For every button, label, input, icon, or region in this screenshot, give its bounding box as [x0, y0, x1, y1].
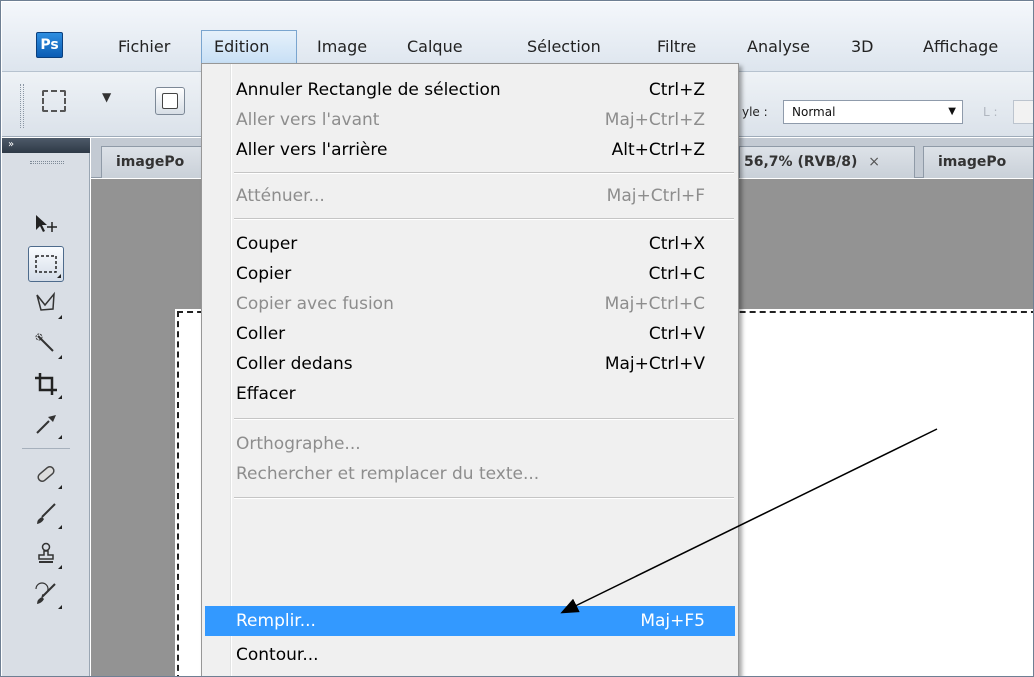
menu-item-coller-dedans[interactable]: Coller dedans Maj+Ctrl+V — [205, 349, 735, 379]
menu-item-label: Copier — [236, 264, 292, 284]
photoshop-window: Ps Fichier Edition Image Calque Sélectio… — [0, 0, 1034, 677]
menu-analyse[interactable]: Analyse — [735, 30, 822, 64]
options-bar-grip[interactable] — [20, 84, 24, 128]
menu-item-shortcut: Maj+Ctrl+C — [604, 294, 705, 314]
menu-item-shortcut: Maj+Ctrl+V — [604, 354, 705, 374]
menu-fichier[interactable]: Fichier — [106, 30, 182, 64]
edition-menu: Annuler Rectangle de sélection Ctrl+Z Al… — [201, 63, 739, 676]
menu-item-copier-avec-fusion: Copier avec fusion Maj+Ctrl+C — [205, 289, 735, 319]
menu-item-label: Annuler Rectangle de sélection — [236, 80, 501, 100]
menu-item-label: Aller vers l'arrière — [236, 140, 388, 160]
style-select[interactable]: Normal ▼ — [783, 100, 963, 124]
clone-stamp-tool-icon[interactable] — [28, 536, 64, 572]
menu-item-label: Copier avec fusion — [236, 294, 394, 314]
menu-item-remplir[interactable]: Remplir... Maj+F5 — [205, 606, 735, 636]
menu-item-shortcut: Maj+Ctrl+F — [606, 186, 705, 206]
tab-document-right[interactable]: imagePo — [923, 146, 1033, 178]
menu-item-rechercher-remplacer: Rechercher et remplacer du texte... — [205, 459, 735, 489]
crop-tool-icon[interactable] — [28, 366, 64, 402]
menu-item-shortcut: Ctrl+X — [648, 234, 705, 254]
menu-item-label: Rechercher et remplacer du texte... — [236, 464, 540, 484]
photoshop-logo-icon[interactable]: Ps — [36, 32, 63, 58]
menu-filtre[interactable]: Filtre — [645, 30, 708, 64]
menu-item-shortcut: Maj+Ctrl+Z — [604, 110, 705, 130]
menu-item-label: Aller vers l'avant — [236, 110, 380, 130]
menu-separator — [234, 418, 734, 420]
tools-panel-collapse[interactable]: » — [2, 138, 90, 153]
menu-item-copier[interactable]: Copier Ctrl+C — [205, 259, 735, 289]
menu-item-label: Coller dedans — [236, 354, 353, 374]
tab-document-right-label: imagePo — [938, 154, 1007, 170]
rectangular-marquee-tool-icon[interactable] — [28, 246, 64, 282]
menu-item-effacer[interactable]: Effacer — [205, 379, 735, 409]
eyedropper-tool-icon[interactable] — [28, 406, 64, 442]
rect-marquee-icon[interactable] — [42, 90, 66, 112]
menu-item-couper[interactable]: Couper Ctrl+X — [205, 229, 735, 259]
width-label: L : — [983, 105, 998, 119]
menu-selection[interactable]: Sélection — [515, 30, 613, 64]
new-selection-icon[interactable] — [155, 87, 185, 115]
menu-edition[interactable]: Edition — [201, 30, 297, 64]
history-brush-tool-icon[interactable] — [28, 576, 64, 612]
style-label: yle : — [742, 105, 768, 119]
menu-item-label: Effacer — [236, 384, 296, 404]
menu-item-coller[interactable]: Coller Ctrl+V — [205, 319, 735, 349]
quick-selection-tool-icon[interactable] — [28, 326, 64, 362]
tools-panel: » — [2, 138, 90, 676]
chevron-down-icon: ▼ — [948, 106, 956, 117]
tab-document-left-label: imagePo — [116, 154, 185, 170]
menu-item-orthographe: Orthographe... — [205, 429, 735, 459]
width-field[interactable] — [1013, 100, 1033, 124]
menu-item-label: Coller — [236, 324, 286, 344]
brush-tool-icon[interactable] — [28, 496, 64, 532]
menu-3d[interactable]: 3D — [839, 30, 886, 64]
style-select-value: Normal — [792, 105, 836, 119]
menu-separator — [234, 218, 734, 220]
healing-brush-tool-icon[interactable] — [28, 456, 64, 492]
menu-item-label: Orthographe... — [236, 434, 361, 454]
lasso-tool-icon[interactable] — [28, 286, 64, 322]
menu-item-label: Contour... — [236, 645, 319, 665]
tools-panel-grip[interactable] — [30, 161, 64, 164]
menu-item-annuler[interactable]: Annuler Rectangle de sélection Ctrl+Z — [205, 75, 735, 105]
menu-item-shortcut: Ctrl+C — [648, 264, 705, 284]
menu-item-aller-vers-arriere[interactable]: Aller vers l'arrière Alt+Ctrl+Z — [205, 135, 735, 165]
menu-separator — [234, 172, 734, 174]
menu-calque[interactable]: Calque — [395, 30, 475, 64]
menu-item-shortcut: Ctrl+V — [648, 324, 705, 344]
menu-item-attenuer: Atténuer... Maj+Ctrl+F — [205, 181, 735, 211]
menu-item-label: Atténuer... — [236, 186, 325, 206]
move-tool-icon[interactable] — [28, 206, 64, 242]
menu-item-shortcut: Alt+Ctrl+Z — [611, 140, 705, 160]
menu-item-contour[interactable]: Contour... — [205, 640, 735, 670]
chevron-down-icon[interactable]: ▼ — [102, 90, 111, 104]
menu-image[interactable]: Image — [305, 30, 379, 64]
tab-document-active-label: 56,7% (RVB/8) — [744, 154, 858, 170]
menu-item-shortcut: Maj+F5 — [640, 611, 705, 631]
menu-item-shortcut: Ctrl+Z — [648, 80, 705, 100]
menu-item-label: Remplir... — [236, 611, 316, 631]
close-icon[interactable]: × — [868, 154, 880, 170]
menu-item-label: Couper — [236, 234, 298, 254]
menu-item-aller-vers-avant: Aller vers l'avant Maj+Ctrl+Z — [205, 105, 735, 135]
menu-bar: Ps Fichier Edition Image Calque Sélectio… — [2, 2, 1033, 71]
tab-document-left[interactable]: imagePo — [101, 146, 211, 178]
tab-document-active[interactable]: 56,7% (RVB/8) × — [739, 146, 915, 178]
menu-separator — [234, 497, 734, 499]
menu-affichage[interactable]: Affichage — [911, 30, 1010, 64]
